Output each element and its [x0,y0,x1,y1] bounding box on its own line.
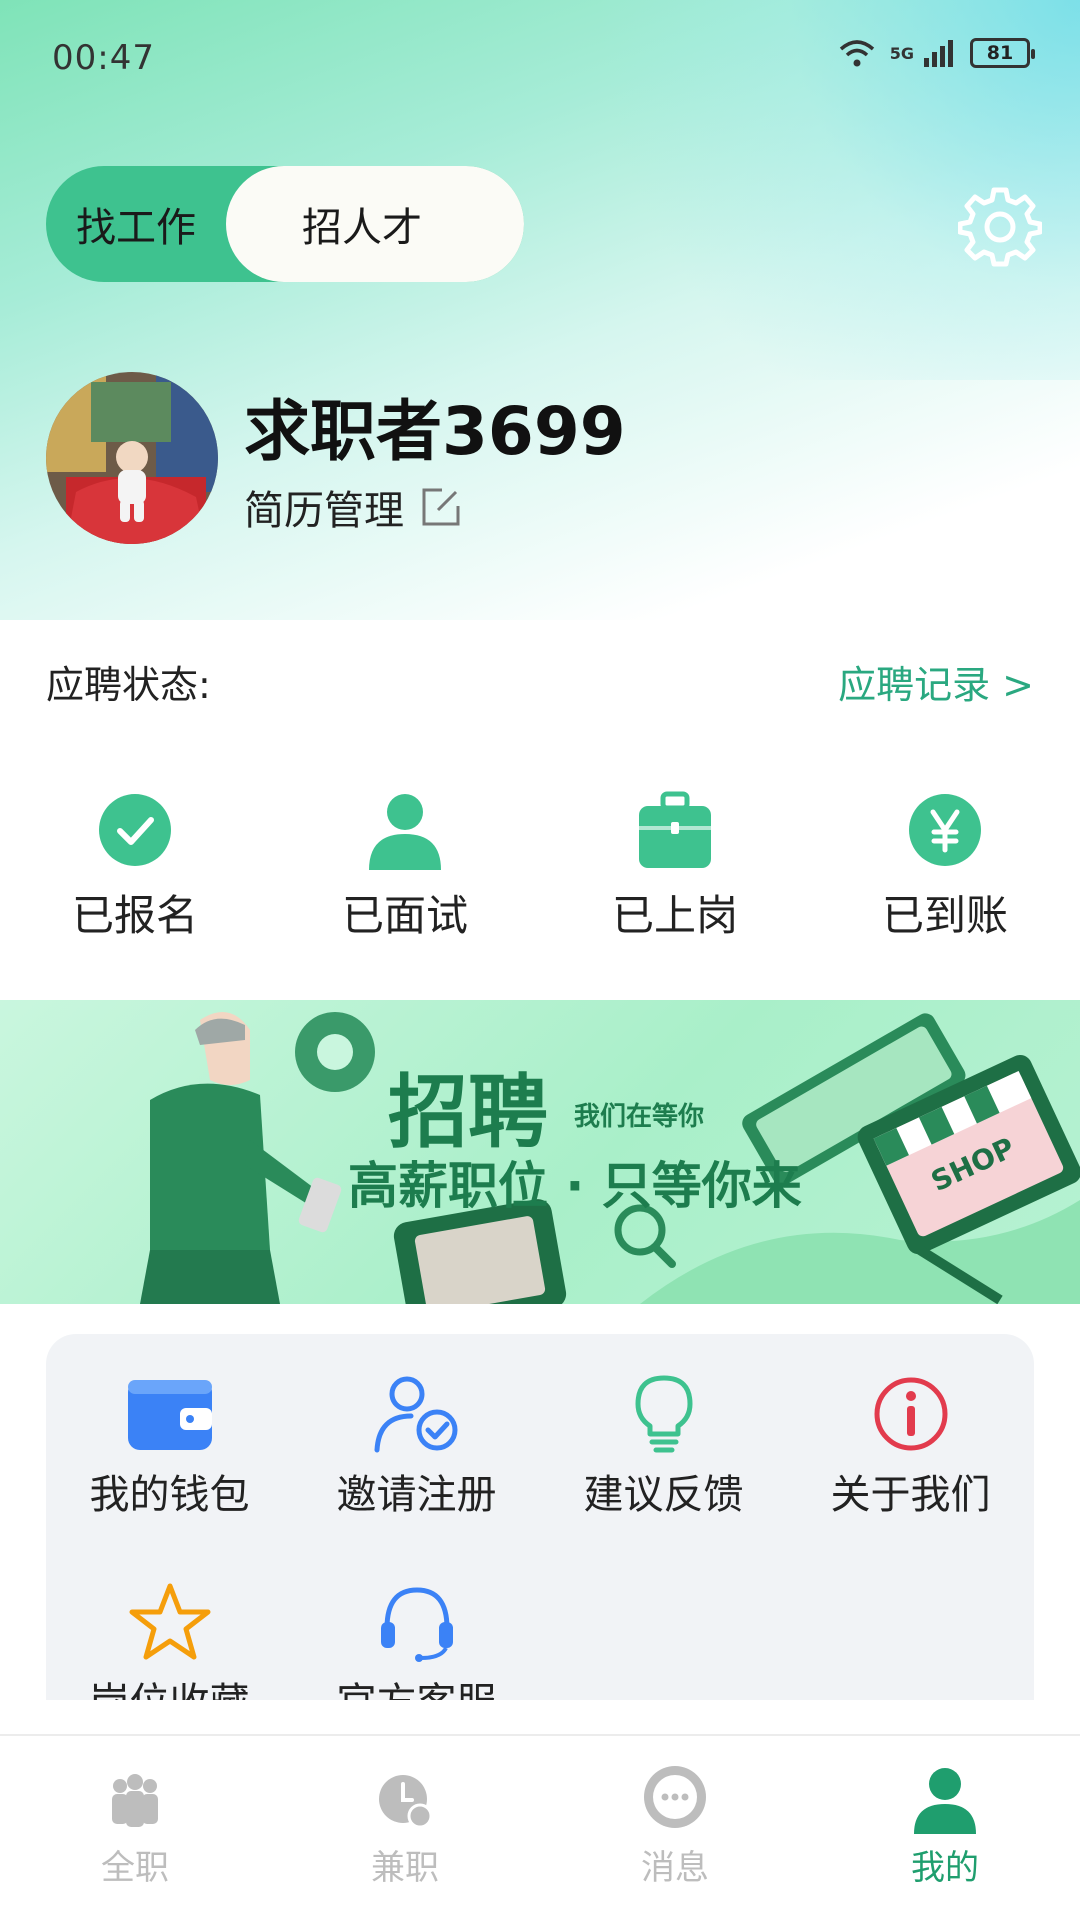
status-item-interviewed[interactable]: 已面试 [270,790,540,943]
status-item-label: 已上岗 [611,891,738,940]
status-item-label: 已报名 [71,891,198,940]
menu-item-invite[interactable]: 邀请注册 [293,1334,540,1542]
resume-manage-link[interactable]: 简历管理 [244,478,462,536]
application-status-row: 已报名 已面试 已上岗 已到账 [0,790,1080,943]
gear-icon[interactable] [958,184,1042,268]
resume-manage-label: 简历管理 [244,488,404,534]
tab-label: 兼职 [371,1848,439,1888]
menu-item-feedback[interactable]: 建议反馈 [540,1334,787,1542]
tab-part-time[interactable]: 兼职 [270,1736,540,1920]
application-status-label: 应聘状态: [46,663,211,707]
tab-full-time[interactable]: 全职 [0,1736,270,1920]
menu-panel: 我的钱包 邀请注册 建议反馈 关于我们 [46,1334,1034,1700]
menu-item-support[interactable]: 官方客服 [293,1542,540,1700]
status-item-label: 已面试 [341,891,468,940]
menu-item-label: 关于我们 [830,1472,991,1518]
bottom-tab-bar: 全职 兼职 消息 我的 [0,1734,1080,1920]
network-label: 5G [889,43,914,63]
avatar[interactable] [46,372,218,544]
menu-item-label: 邀请注册 [336,1472,497,1518]
tab-label: 消息 [641,1848,709,1888]
chat-icon [644,1766,706,1828]
tab-label: 全职 [101,1848,169,1888]
person-icon [369,794,441,870]
role-option-recruit[interactable]: 招人才 [226,166,524,282]
info-icon [874,1377,947,1451]
briefcase-icon [639,791,711,868]
menu-item-favorites[interactable]: 岗位收藏 [46,1542,293,1700]
wifi-icon [839,40,874,67]
battery-level: 81 [986,42,1014,64]
edit-icon [422,488,460,526]
clock-coin-icon [379,1775,433,1829]
banner-subtitle: 我们在等你 [574,1102,705,1132]
yen-circle-icon [909,794,981,866]
status-item-label: 已到账 [881,891,1008,940]
status-item-paid[interactable]: 已到账 [810,790,1080,943]
invite-user-icon [374,1376,457,1453]
banner-tagline: 高薪职位 · 只等你来 [348,1157,802,1215]
username: 求职者3699 [244,393,626,470]
lightbulb-icon [635,1375,692,1453]
signal-icon [924,40,953,67]
star-icon [129,1583,210,1660]
status-time: 00:47 [52,38,155,78]
recruit-banner[interactable]: SHOP 招聘 我们在等你 高薪职位 · 只等你来 [0,1000,1080,1304]
menu-item-about[interactable]: 关于我们 [787,1334,1034,1542]
menu-item-label: 官方客服 [293,1670,540,1700]
profile-icon [914,1768,976,1834]
status-item-registered[interactable]: 已报名 [0,790,270,943]
menu-item-label: 我的钱包 [89,1472,250,1518]
group-icon [112,1774,158,1827]
menu-item-wallet[interactable]: 我的钱包 [46,1334,293,1542]
headset-icon [380,1587,453,1662]
menu-item-label: 建议反馈 [583,1472,744,1518]
status-item-onboarded[interactable]: 已上岗 [540,790,810,943]
application-record-link[interactable]: 应聘记录 > [838,654,1034,709]
status-bar: 00:47 5G 81 [0,0,1080,120]
tab-label: 我的 [911,1848,979,1888]
menu-grid: 我的钱包 邀请注册 建议反馈 关于我们 [46,1334,1034,1700]
wallet-icon [127,1380,212,1450]
role-toggle[interactable]: 找工作 招人才 [46,166,524,282]
tab-messages[interactable]: 消息 [540,1736,810,1920]
role-option-find-job[interactable]: 找工作 [46,195,226,253]
menu-item-label: 岗位收藏 [46,1670,293,1700]
tab-mine[interactable]: 我的 [810,1736,1080,1920]
check-circle-icon [99,794,171,866]
status-icons: 5G 81 [838,38,1035,68]
battery-icon: 81 [970,38,1035,68]
